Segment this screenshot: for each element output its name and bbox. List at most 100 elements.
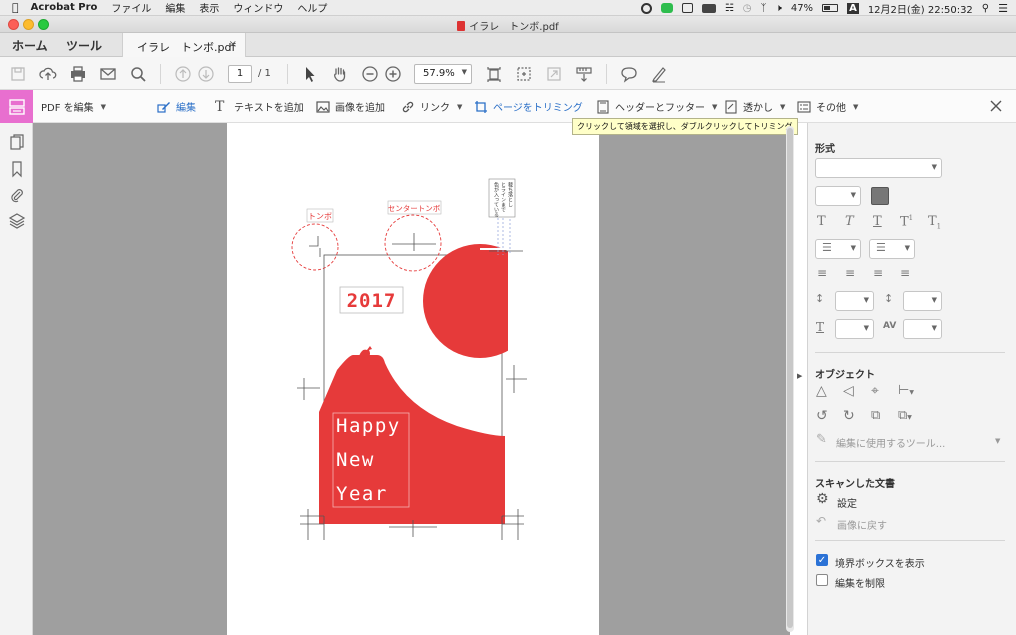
menu-file[interactable]: ファイル	[111, 0, 151, 15]
volume-icon[interactable]: 🕨	[776, 3, 782, 14]
email-icon[interactable]	[99, 65, 117, 83]
read-mode-icon[interactable]	[575, 65, 593, 83]
evernote-icon[interactable]	[681, 3, 693, 13]
settings-link[interactable]: 設定	[837, 495, 857, 510]
center-tombo-highlight-circle	[384, 214, 442, 272]
paragraph-spacing-select[interactable]: ▼	[903, 291, 942, 311]
time-machine-icon[interactable]: ◷	[743, 3, 752, 14]
edit-button[interactable]: 編集	[157, 99, 196, 114]
replace-image-icon[interactable]: ⧉	[871, 408, 880, 423]
pdf-page[interactable]: トンボ センタートンボ 裁ち落とし とラインまで 色が入っている 2017 Ha…	[227, 123, 599, 635]
notification-center-icon[interactable]: ☰	[998, 2, 1008, 15]
menu-view[interactable]: 表示	[199, 0, 219, 15]
select-cursor-icon[interactable]	[301, 65, 319, 83]
crop-image-icon[interactable]: ⌖	[871, 383, 879, 399]
flip-horizontal-icon[interactable]: ◁	[843, 383, 854, 399]
underline-icon[interactable]: T	[873, 214, 882, 229]
toolbar-divider	[606, 64, 607, 84]
bluetooth-icon[interactable]: ᛉ	[761, 3, 767, 14]
bullet-list-icon: ☰	[822, 241, 832, 254]
apple-icon[interactable]: 	[12, 1, 19, 14]
battery-percent[interactable]: 47%	[791, 3, 813, 14]
chevron-down-icon: ▼	[461, 68, 467, 76]
battery-icon[interactable]	[822, 4, 839, 12]
edit-pdf-tool-icon[interactable]	[0, 90, 33, 123]
fit-page-icon[interactable]	[485, 65, 503, 83]
tab-tools[interactable]: ツール	[66, 37, 102, 54]
rotate-left-icon[interactable]: ↺	[816, 408, 828, 424]
more-menu[interactable]: その他 ▼	[797, 99, 858, 114]
wifi-icon[interactable]: ☵	[725, 3, 734, 14]
cloud-upload-icon[interactable]	[39, 65, 57, 83]
battery-monitor-icon[interactable]	[701, 3, 716, 13]
save-icon[interactable]	[9, 65, 27, 83]
vertical-scrollbar-thumb[interactable]	[787, 128, 793, 628]
add-text-button[interactable]: T テキストを追加	[215, 99, 304, 115]
align-left-icon[interactable]: ≡	[817, 266, 827, 280]
text-color-swatch[interactable]	[871, 187, 889, 205]
align-center-icon[interactable]: ≡	[845, 266, 855, 280]
print-icon[interactable]	[69, 65, 87, 83]
numbered-list-select[interactable]: ☰ ▼	[869, 239, 915, 259]
subscript-icon[interactable]: T1	[928, 214, 941, 231]
menu-edit[interactable]: 編集	[165, 0, 185, 15]
character-spacing-select[interactable]: ▼	[903, 319, 942, 339]
arrange-objects-icon[interactable]: ⧉▼	[898, 408, 912, 423]
link-menu[interactable]: リンク ▼	[401, 99, 462, 114]
edit-with-tool-menu[interactable]: 編集に使用するツール...	[836, 435, 945, 450]
attachment-icon[interactable]	[8, 186, 26, 204]
layers-icon[interactable]	[8, 212, 26, 230]
tab-home[interactable]: ホーム	[12, 37, 48, 54]
menu-app-name[interactable]: Acrobat Pro	[31, 2, 98, 13]
bullet-list-select[interactable]: ☰ ▼	[815, 239, 861, 259]
font-size-select[interactable]: ▼	[815, 186, 861, 206]
zoom-in-icon[interactable]	[384, 65, 402, 83]
gear-icon[interactable]: ⚙	[816, 491, 829, 507]
search-icon[interactable]: ⚲	[982, 3, 989, 14]
align-right-icon[interactable]: ≡	[873, 266, 883, 280]
search-icon[interactable]	[129, 65, 147, 83]
line-spacing-select[interactable]: ▼	[835, 291, 874, 311]
italic-icon[interactable]: T	[845, 214, 854, 229]
horizontal-scale-select[interactable]: ▼	[835, 319, 874, 339]
collapse-right-panel-icon[interactable]: ▶	[797, 372, 802, 380]
add-image-button[interactable]: 画像を追加	[316, 99, 385, 114]
show-bounding-box-checkbox[interactable]: ✓	[816, 554, 828, 566]
clock[interactable]: 12月2日(金) 22:50:32	[868, 1, 973, 16]
creative-cloud-icon[interactable]	[640, 2, 652, 14]
scroll-mode-icon[interactable]	[515, 65, 533, 83]
watermark-menu[interactable]: 透かし ▼	[724, 99, 785, 114]
center-tombo-label: センタートンボ	[388, 204, 441, 213]
text-t-icon[interactable]: T	[817, 214, 826, 229]
bookmark-icon[interactable]	[8, 160, 26, 178]
align-objects-icon[interactable]: ⊢▼	[898, 383, 914, 398]
rotate-right-icon[interactable]: ↻	[843, 408, 855, 424]
page-thumbnails-icon[interactable]	[8, 133, 26, 151]
justify-icon[interactable]: ≡	[900, 266, 910, 280]
next-page-icon[interactable]	[197, 65, 215, 83]
full-screen-icon[interactable]	[545, 65, 563, 83]
menu-window[interactable]: ウィンドウ	[233, 0, 283, 15]
tab-document[interactable]: イラレ トンボ.pdf ×	[122, 33, 246, 57]
font-family-select[interactable]: ▼	[815, 158, 942, 178]
restrict-editing-checkbox[interactable]	[816, 574, 828, 586]
comment-icon[interactable]	[620, 65, 638, 83]
menu-help[interactable]: ヘルプ	[297, 0, 327, 15]
previous-page-icon[interactable]	[174, 65, 192, 83]
edit-pdf-menu[interactable]: PDF を編集 ▼	[41, 99, 106, 115]
close-tab-icon[interactable]: ×	[229, 39, 237, 50]
sign-pen-icon[interactable]	[650, 65, 668, 83]
left-navigation-rail: ◀	[0, 123, 39, 635]
line-app-icon[interactable]	[660, 3, 673, 13]
header-footer-menu[interactable]: ヘッダーとフッター ▼	[596, 99, 717, 114]
flip-vertical-icon[interactable]: △	[816, 383, 827, 399]
crop-pages-button[interactable]: ページをトリミング	[474, 99, 583, 114]
input-mode-indicator[interactable]: A	[847, 2, 859, 14]
revert-to-image-link[interactable]: 画像に戻す	[837, 517, 887, 532]
zoom-level-select[interactable]: 57.9% ▼	[414, 64, 472, 84]
zoom-out-icon[interactable]	[361, 65, 379, 83]
close-icon[interactable]	[987, 97, 1005, 115]
hand-tool-icon[interactable]	[331, 65, 349, 83]
page-number-input[interactable]: 1	[228, 65, 252, 83]
superscript-icon[interactable]: T1	[900, 214, 913, 229]
